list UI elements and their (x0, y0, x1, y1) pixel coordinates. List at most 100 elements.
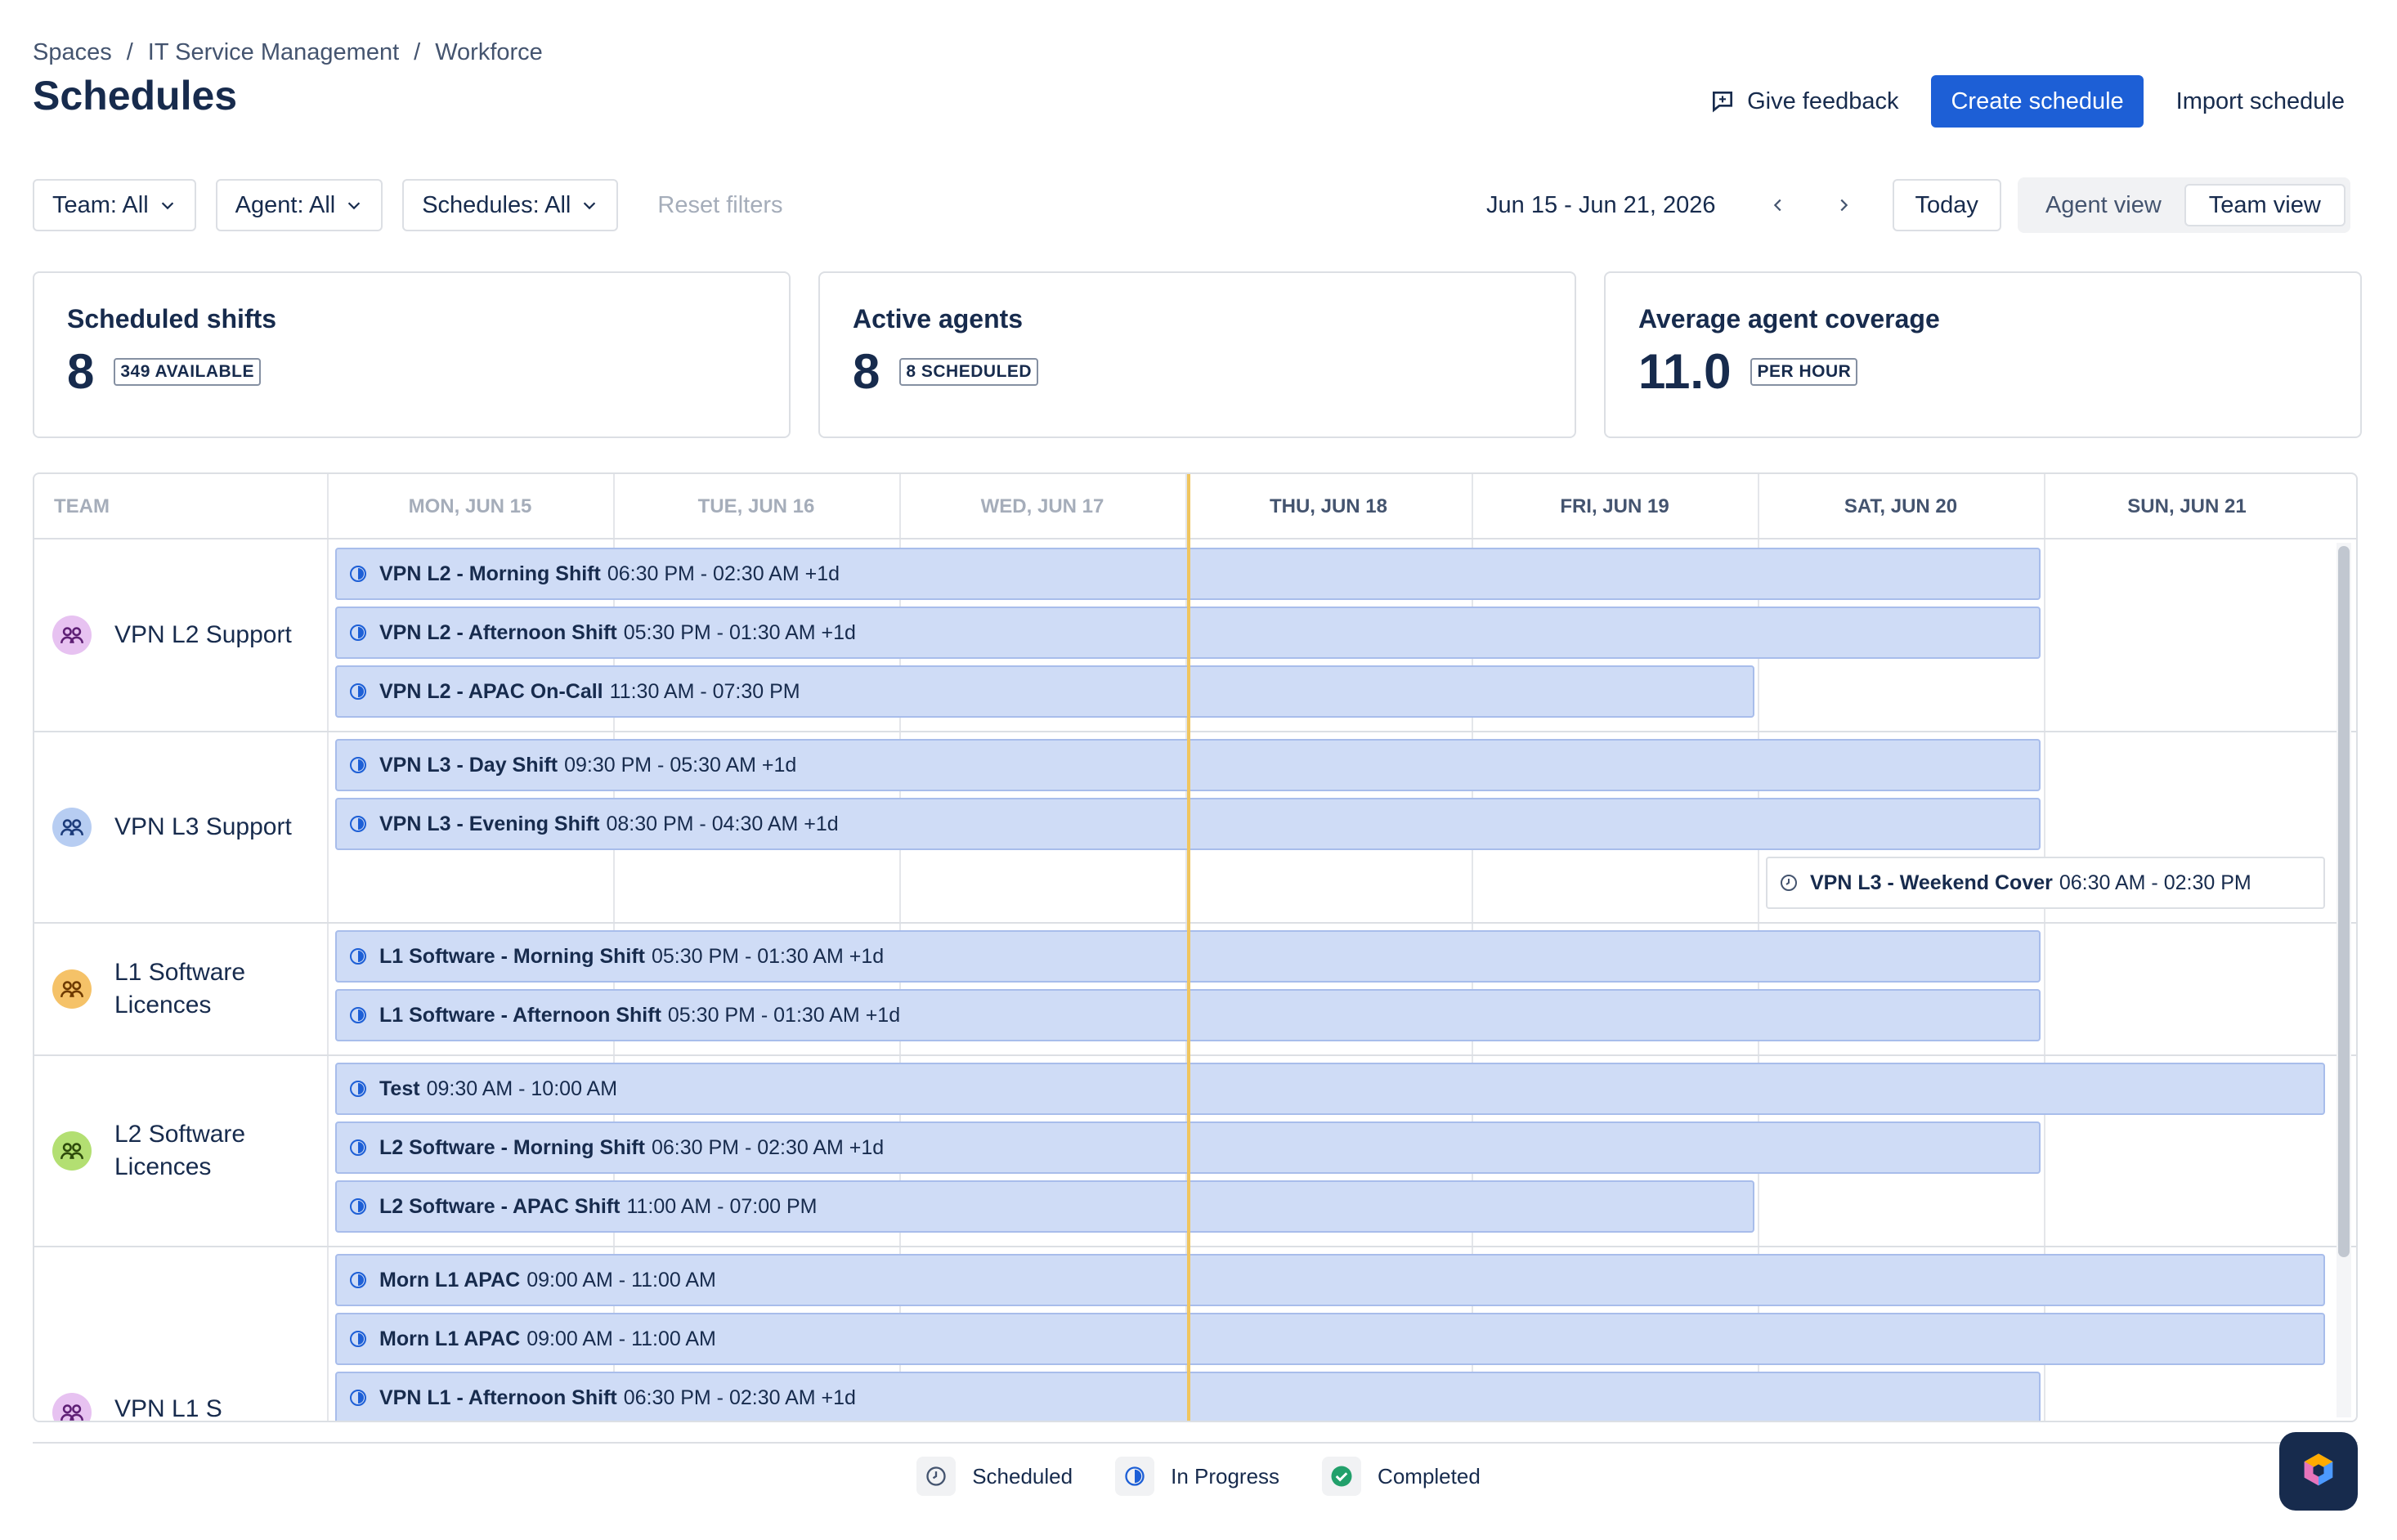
reset-filters-button[interactable]: Reset filters (657, 192, 782, 219)
shift-name: L1 Software - Morning Shift (379, 944, 645, 968)
day-header-thu: THU, JUN 18 (1269, 495, 1388, 517)
shift-time: 11:00 AM - 07:00 PM (626, 1194, 818, 1218)
shift-name: VPN L1 - Afternoon Shift (379, 1386, 617, 1409)
team-icon (52, 969, 92, 1009)
schedule-grid: TEAM MON, JUN 15 TUE, JUN 16 WED, JUN 17… (33, 472, 2358, 1422)
date-range: Jun 15 - Jun 21, 2026 (1486, 191, 1716, 218)
in-progress-icon (350, 625, 366, 641)
completed-icon (1322, 1457, 1362, 1496)
assistant-button[interactable] (2279, 1432, 2358, 1511)
team-icon (52, 808, 92, 847)
team-row-l1-software[interactable]: L1 Software Licences (34, 924, 327, 1054)
team-filter-label: Team: All (52, 191, 149, 218)
team-row-l2-software[interactable]: L2 Software Licences (34, 1056, 327, 1246)
team-name: VPN L1 S (114, 1395, 222, 1422)
team-name: VPN L2 Support (114, 621, 292, 648)
shift-bar[interactable]: Test 09:30 AM - 10:00 AM (335, 1063, 2325, 1115)
agent-filter[interactable]: Agent: All (215, 179, 383, 231)
breadcrumb-itsm[interactable]: IT Service Management (148, 39, 399, 66)
in-progress-icon (350, 1331, 366, 1347)
breadcrumb-workforce[interactable]: Workforce (435, 39, 543, 66)
stat-card-active-agents: Active agents 8 8 SCHEDULED (818, 271, 1576, 438)
shift-time: 06:30 PM - 02:30 AM +1d (623, 1386, 856, 1409)
day-header-fri: FRI, JUN 19 (1560, 495, 1669, 517)
scheduled-icon (916, 1457, 957, 1496)
today-button[interactable]: Today (1892, 179, 2001, 231)
day-header-mon: MON, JUN 15 (408, 495, 532, 517)
team-icon (52, 616, 92, 655)
team-row-vpn-l3[interactable]: VPN L3 Support (34, 732, 327, 922)
day-header-tue: TUE, JUN 16 (697, 495, 815, 517)
in-progress-icon (350, 1007, 366, 1023)
stat-card-scheduled-shifts: Scheduled shifts 8 349 AVAILABLE (33, 271, 791, 438)
agent-view-button[interactable]: Agent view (2023, 184, 2184, 226)
shift-name: Test (379, 1077, 420, 1100)
legend-label: In Progress (1171, 1463, 1280, 1489)
header-actions: Give feedback Create schedule Import sch… (1690, 75, 2364, 128)
day-header-sun: SUN, JUN 21 (2127, 495, 2247, 517)
stat-card-value: 11.0 (1638, 344, 1732, 399)
day-header-sat: SAT, JUN 20 (1844, 495, 1958, 517)
shift-name: VPN L2 - Afternoon Shift (379, 620, 617, 644)
team-row-vpn-l2[interactable]: VPN L2 Support (34, 539, 327, 731)
stat-card-agent-coverage: Average agent coverage 11.0 PER HOUR (1604, 271, 2362, 438)
shift-name: VPN L3 - Weekend Cover (1810, 871, 2053, 894)
stat-card-title: Active agents (853, 304, 1024, 334)
in-progress-icon (350, 1081, 366, 1097)
next-week-button[interactable] (1827, 179, 1860, 231)
shift-name: L2 Software - APAC Shift (379, 1194, 621, 1218)
team-name: L2 Software Licences (114, 1121, 246, 1180)
team-name: L1 Software Licences (114, 959, 246, 1018)
shift-bar[interactable]: VPN L2 - APAC On-Call 11:30 AM - 07:30 P… (335, 665, 1754, 718)
shift-bar[interactable]: Morn L1 APAC 09:00 AM - 11:00 AM (335, 1254, 2325, 1306)
shift-time: 09:00 AM - 11:00 AM (526, 1327, 716, 1350)
legend-completed: Completed (1322, 1457, 1481, 1496)
shift-name: VPN L3 - Day Shift (379, 753, 558, 777)
agent-filter-label: Agent: All (235, 191, 336, 218)
shift-time: 08:30 PM - 04:30 AM +1d (606, 812, 839, 835)
stat-cards: Scheduled shifts 8 349 AVAILABLE Active … (33, 271, 2362, 438)
legend-label: Scheduled (972, 1463, 1073, 1489)
day-header-wed: WED, JUN 17 (980, 495, 1104, 517)
legend-label: Completed (1378, 1463, 1481, 1489)
shift-time: 09:00 AM - 11:00 AM (526, 1268, 716, 1292)
schedules-filter[interactable]: Schedules: All (402, 179, 619, 231)
team-row-vpn-l1[interactable]: VPN L1 S (34, 1390, 327, 1422)
shift-bar[interactable]: VPN L3 - Weekend Cover 06:30 AM - 02:30 … (1766, 857, 2325, 909)
previous-week-button[interactable] (1762, 179, 1794, 231)
in-progress-icon (350, 816, 366, 832)
team-filter[interactable]: Team: All (33, 179, 196, 231)
shift-bar[interactable]: Morn L1 APAC 09:00 AM - 11:00 AM (335, 1313, 2325, 1365)
in-progress-icon (350, 757, 366, 773)
chevron-down-icon (348, 202, 361, 210)
legend-in-progress: In Progress (1115, 1457, 1279, 1496)
stat-card-value: 8 (853, 344, 880, 399)
import-schedule-button[interactable]: Import schedule (2157, 75, 2364, 128)
shift-time: 06:30 AM - 02:30 PM (2059, 871, 2251, 894)
in-progress-icon (350, 566, 366, 582)
status-legend: Scheduled In Progress Completed (0, 1457, 2397, 1496)
chevron-left-icon (1773, 199, 1781, 212)
view-toggle: Agent view Team view (2017, 177, 2350, 233)
create-schedule-button[interactable]: Create schedule (1931, 75, 2144, 128)
stat-card-badge: 349 AVAILABLE (114, 358, 262, 386)
shift-name: L2 Software - Morning Shift (379, 1135, 645, 1159)
current-time-indicator (1187, 474, 1190, 1421)
date-navigation: Jun 15 - Jun 21, 2026 Today Agent view T… (1486, 177, 2350, 233)
breadcrumb-separator: / (126, 39, 133, 65)
chevron-down-icon (161, 202, 173, 210)
shift-name: Morn L1 APAC (379, 1268, 521, 1292)
in-progress-icon (350, 1198, 366, 1215)
give-feedback-button[interactable]: Give feedback (1690, 75, 1918, 128)
team-view-button[interactable]: Team view (2184, 184, 2345, 226)
grid-scrollbar-thumb[interactable] (2338, 546, 2350, 1257)
shift-name: L1 Software - Afternoon Shift (379, 1003, 661, 1027)
breadcrumb-spaces[interactable]: Spaces (33, 39, 112, 66)
shift-time: 06:30 PM - 02:30 AM +1d (652, 1135, 885, 1159)
assistant-icon (2304, 1453, 2333, 1486)
legend-divider (33, 1442, 2358, 1444)
chevron-right-icon (1840, 199, 1848, 212)
shift-bar[interactable]: L2 Software - APAC Shift 11:00 AM - 07:0… (335, 1180, 1754, 1233)
in-progress-icon (350, 948, 366, 965)
shift-time: 05:30 PM - 01:30 AM +1d (623, 620, 856, 644)
